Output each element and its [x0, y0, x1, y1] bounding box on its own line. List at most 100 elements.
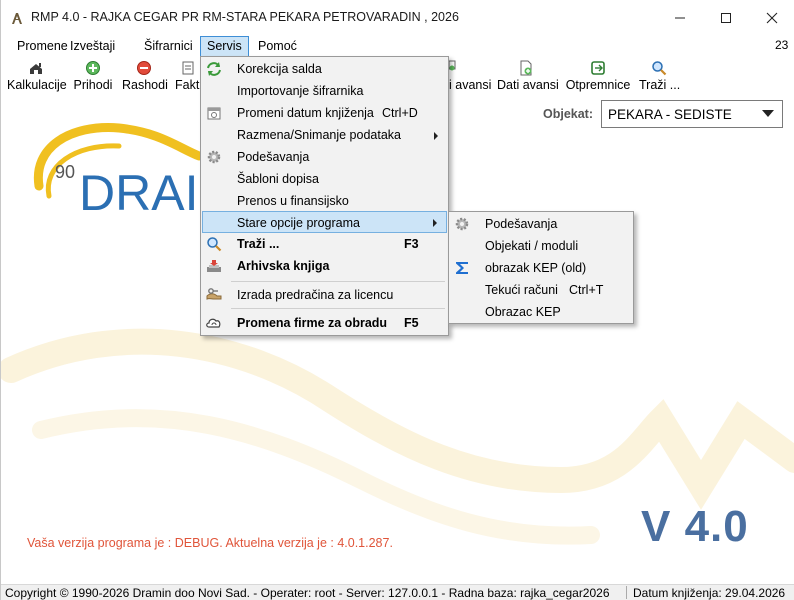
menu-item-label: Izrada predračina za licencu — [237, 288, 394, 302]
search-icon — [207, 237, 222, 252]
app-logo-icon — [12, 13, 22, 24]
document-add-icon — [520, 60, 532, 76]
menu-separator — [231, 281, 445, 282]
calendar-icon — [207, 107, 221, 120]
menu-item-label: Arhivska knjiga — [237, 259, 330, 273]
menu-item-trazi[interactable]: Traži ... F3 — [202, 233, 447, 255]
objekat-select[interactable]: PEKARA - SEDISTE — [601, 100, 783, 128]
gear-icon — [207, 150, 221, 164]
toolbar-label: Kalkulacije — [7, 78, 67, 92]
stare-opcije-submenu: Podešavanja Objekati / moduli obrazak KE… — [448, 211, 634, 324]
gear-icon — [455, 217, 469, 231]
menu-separator — [231, 308, 445, 309]
submenu-arrow-icon — [433, 219, 437, 227]
submenu-arrow-icon — [434, 132, 438, 140]
minus-circle-icon — [137, 61, 151, 75]
maximize-button[interactable] — [703, 0, 749, 35]
status-posting-date: Datum knjiženja: 29.04.2026 — [633, 586, 786, 600]
servis-menu: Korekcija salda Importovanje šifrarnika … — [200, 56, 449, 336]
chevron-down-icon — [762, 110, 774, 117]
toolbar-label: Otpremnice — [565, 78, 631, 92]
logo-text: DRAI — [79, 165, 198, 221]
toolbar-kalkulacije-button[interactable]: Kalkulacije — [7, 60, 67, 96]
dramin-logo: 90 DRAI — [33, 123, 204, 221]
submenu-item-objekati-moduli[interactable]: Objekati / moduli — [450, 235, 632, 257]
menu-item-prenos-u-finansijsko[interactable]: Prenos u finansijsko — [202, 190, 447, 212]
search-icon — [652, 61, 667, 76]
objekat-label: Objekat: — [543, 107, 594, 121]
submenu-item-tekuci-racuni[interactable]: Tekući računi Ctrl+T — [450, 279, 632, 301]
submenu-item-obrazak-kep-old[interactable]: obrazak KEP (old) — [450, 257, 632, 279]
menu-item-razmena-snimanje[interactable]: Razmena/Snimanje podataka — [202, 124, 447, 146]
menu-pomoc[interactable]: Pomoć — [252, 36, 303, 57]
menu-item-shortcut: Ctrl+D — [382, 106, 418, 120]
toolbar-otpremnice-button[interactable]: Otpremnice — [565, 60, 631, 96]
status-bar: Copyright © 1990-2026 Dramin doo Novi Sa… — [1, 584, 794, 600]
submenu-item-obrazac-kep[interactable]: Obrazac KEP — [450, 301, 632, 323]
menu-bar: Promene Izveštaji Šifrarnici Servis Pomo… — [1, 35, 794, 57]
menu-item-label: Podešavanja — [485, 217, 558, 231]
close-button[interactable] — [749, 0, 794, 35]
menu-item-izrada-predracina[interactable]: Izrada predračina za licencu — [202, 284, 447, 306]
calculator-icon — [30, 63, 42, 74]
key-hand-icon — [206, 288, 222, 300]
toolbar-label: Traži ... — [639, 78, 681, 92]
minimize-button[interactable] — [657, 0, 703, 35]
minimize-icon — [675, 17, 685, 18]
menu-sifrarnici[interactable]: Šifrarnici — [138, 36, 199, 57]
menu-item-label: Promena firme za obradu — [237, 316, 388, 330]
submenu-item-podesavanja[interactable]: Podešavanja — [450, 213, 632, 235]
toolbar-label: Dati avansi — [497, 78, 559, 92]
version-label: V 4.0 — [641, 502, 749, 551]
menu-izvestaji[interactable]: Izveštaji — [64, 36, 121, 57]
menu-servis[interactable]: Servis — [200, 36, 249, 57]
menu-item-label: Korekcija salda — [237, 62, 322, 76]
menu-item-sabloni-dopisa[interactable]: Šabloni dopisa — [202, 168, 447, 190]
menu-item-shortcut: Ctrl+T — [569, 283, 604, 297]
menu-item-stare-opcije[interactable]: Stare opcije programa — [202, 211, 447, 233]
menu-item-shortcut: F3 — [404, 237, 419, 251]
archive-icon — [207, 260, 221, 272]
menu-item-label: Promeni datum knjiženja — [237, 106, 374, 120]
document-add-icon — [449, 60, 456, 71]
toolbar-label: Prihodi — [73, 78, 113, 92]
menu-item-importovanje-sifrarnika[interactable]: Importovanje šifrarnika — [202, 80, 447, 102]
menu-item-label: Objekati / moduli — [485, 239, 579, 253]
plus-circle-icon — [86, 61, 100, 75]
application-window: RMP 4.0 - RAJKA CEGAR PR RM-STARA PEKARA… — [0, 0, 794, 600]
toolbar-primljeni-avansi-button[interactable]: i avansi — [449, 60, 491, 96]
title-bar[interactable]: RMP 4.0 - RAJKA CEGAR PR RM-STARA PEKARA… — [1, 0, 794, 35]
close-icon — [766, 12, 778, 23]
toolbar-prihodi-button[interactable]: Prihodi — [73, 60, 113, 96]
toolbar-label: i avansi — [449, 78, 492, 92]
toolbar-label: Faktu — [175, 78, 201, 92]
menu-item-podesavanja[interactable]: Podešavanja — [202, 146, 447, 168]
menu-item-label: Šabloni dopisa — [237, 172, 320, 186]
menu-item-korekcija-salda[interactable]: Korekcija salda — [202, 58, 447, 80]
logo-badge: 90 — [55, 162, 75, 182]
menu-item-label: obrazak KEP (old) — [485, 261, 587, 275]
menu-item-label: Tekući računi — [485, 283, 558, 297]
menu-item-label: Stare opcije programa — [237, 216, 360, 230]
menu-item-label: Podešavanja — [237, 150, 310, 164]
menu-item-promena-firme[interactable]: Promena firme za obradu F5 — [202, 312, 447, 334]
menu-item-shortcut: F5 — [404, 316, 419, 330]
sigma-icon — [456, 262, 468, 274]
cloud-sync-icon — [206, 318, 221, 328]
menu-item-arhivska-knjiga[interactable]: Arhivska knjiga — [202, 255, 447, 277]
toolbar-rashodi-button[interactable]: Rashodi — [122, 60, 168, 96]
refresh-arrows-icon — [207, 62, 221, 76]
toolbar-dati-avansi-button[interactable]: Dati avansi — [497, 60, 559, 96]
invoice-icon — [182, 61, 194, 75]
toolbar-fakture-button[interactable]: Faktu — [175, 60, 201, 96]
menu-item-label: Importovanje šifrarnika — [237, 84, 364, 98]
objekat-value: PEKARA - SEDISTE — [608, 107, 732, 122]
toolbar-label: Rashodi — [122, 78, 168, 92]
menu-item-label: Obrazac KEP — [485, 305, 561, 319]
status-separator — [626, 586, 627, 599]
menu-item-label: Traži ... — [237, 237, 280, 251]
menu-item-promeni-datum[interactable]: Promeni datum knjiženja Ctrl+D — [202, 102, 447, 124]
toolbar-trazi-button[interactable]: Traži ... — [639, 60, 681, 96]
menu-item-label: Prenos u finansijsko — [237, 194, 349, 208]
menu-counter: 23 — [775, 38, 789, 52]
